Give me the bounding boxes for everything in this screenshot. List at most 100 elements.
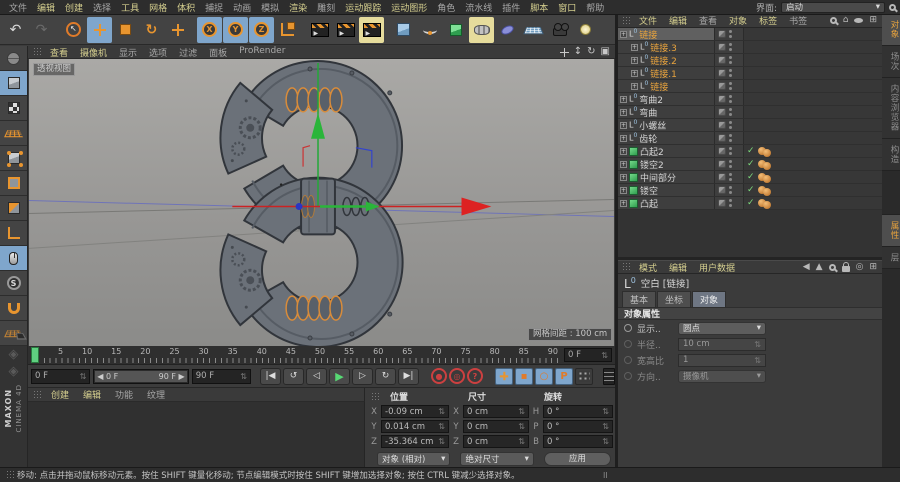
layer-toggle-icon[interactable] — [718, 134, 726, 142]
add-spline-primitive-button[interactable] — [495, 17, 520, 43]
radius-field[interactable]: 10 cm ⇅ — [678, 337, 766, 351]
rot-b-field[interactable]: 0 ° ⇅ — [543, 435, 613, 448]
enabled-check-icon[interactable]: ✓ — [747, 172, 755, 182]
panel-tab-属性[interactable]: 属性 — [882, 214, 900, 247]
rotate-tool[interactable]: ↻ — [139, 17, 164, 43]
play-loop-button[interactable]: ↻ — [375, 367, 396, 385]
size-x-field[interactable]: 0 cm ⇅ — [463, 405, 529, 418]
object-row[interactable]: + 镂空2 ✓ — [618, 158, 882, 171]
key-rotation-toggle[interactable]: ○ — [535, 367, 553, 385]
panel-tab-场次[interactable]: 场次 — [882, 46, 900, 78]
previous-frame-button[interactable]: ◁ — [306, 367, 327, 385]
menu-item-纹理[interactable]: 纹理 — [140, 388, 172, 401]
visibility-dots-icon[interactable] — [729, 160, 732, 168]
home-icon[interactable]: ⌂ — [843, 16, 849, 25]
layer-toggle-icon[interactable] — [718, 121, 726, 129]
undo-button[interactable]: ↶ — [3, 17, 28, 43]
expand-icon[interactable]: + — [620, 173, 627, 181]
last-used-tool[interactable] — [165, 17, 190, 43]
z-axis-handle[interactable] — [295, 202, 303, 210]
visibility-dots-icon[interactable] — [729, 108, 732, 116]
panel-tab-层[interactable]: 层 — [882, 246, 900, 269]
add-sweep-button[interactable] — [469, 16, 494, 43]
menu-item-模式[interactable]: 模式 — [633, 261, 663, 274]
menu-item-面板[interactable]: 面板 — [203, 46, 233, 59]
redo-button[interactable]: ↷ — [29, 17, 54, 43]
menu-item-编辑[interactable]: 编辑 — [663, 261, 693, 274]
phong-tag-icon[interactable] — [757, 173, 771, 183]
layer-toggle-icon[interactable] — [718, 43, 726, 51]
expand-icon[interactable]: + — [631, 43, 638, 51]
enabled-check-icon[interactable]: ✓ — [747, 185, 755, 195]
add-spline-button[interactable] — [417, 17, 442, 43]
live-selection-tool[interactable] — [61, 17, 86, 43]
polygons-mode-button[interactable] — [0, 196, 27, 221]
panel-tab-内容浏览器[interactable]: 内容浏览器 — [882, 78, 900, 139]
object-row[interactable]: + L0 小螺丝 — [618, 119, 882, 132]
orientation-dropdown[interactable]: 摄像机 ▾ — [678, 369, 766, 383]
expand-icon[interactable]: + — [631, 69, 638, 77]
end-frame-spinner[interactable]: 90 F ⇅ — [191, 368, 251, 384]
panel-grip[interactable] — [33, 389, 42, 400]
visibility-dots-icon[interactable] — [729, 199, 732, 207]
visibility-dots-icon[interactable] — [729, 95, 732, 103]
visibility-dots-icon[interactable] — [729, 147, 732, 155]
edges-mode-button[interactable] — [0, 171, 27, 196]
size-mode-dropdown[interactable]: 绝对尺寸 ▾ — [460, 452, 534, 466]
workplane-lock-button[interactable] — [0, 321, 27, 346]
menu-item-编辑[interactable]: 编辑 — [663, 14, 693, 27]
spinner-arrows-icon[interactable]: ⇅ — [240, 372, 247, 381]
history-back-icon[interactable]: ◀ — [803, 262, 810, 272]
material-slot-icon[interactable]: ◈ — [9, 348, 19, 361]
param-radio[interactable] — [624, 324, 632, 332]
layer-toggle-icon[interactable] — [718, 147, 726, 155]
current-frame-field[interactable]: 0 F ⇅ — [564, 348, 612, 362]
rot-h-field[interactable]: 0 ° ⇅ — [543, 405, 613, 418]
menu-item-编辑[interactable]: 编辑 — [32, 1, 60, 14]
tab-基本[interactable]: 基本 — [622, 291, 657, 307]
layer-toggle-icon[interactable] — [718, 186, 726, 194]
goto-start-button[interactable]: |◀ — [260, 367, 281, 385]
move-tool[interactable] — [87, 16, 112, 43]
material-list-area[interactable] — [28, 402, 365, 467]
workplane-mode-button[interactable] — [0, 121, 27, 146]
frame-range-slider[interactable]: ◀ 0 F 90 F ▶ — [93, 368, 189, 384]
visibility-dots-icon[interactable] — [729, 134, 732, 142]
expand-icon[interactable]: + — [620, 95, 627, 103]
snap-settings-button[interactable] — [0, 271, 27, 296]
size-y-field[interactable]: 0 cm ⇅ — [463, 420, 529, 433]
layer-toggle-icon[interactable] — [718, 82, 726, 90]
object-row[interactable]: + L0 链接 — [618, 28, 882, 41]
menu-item-摄像机[interactable]: 摄像机 — [74, 46, 113, 59]
add-panel-icon[interactable]: ⊞ — [869, 16, 877, 25]
phong-tag-icon[interactable] — [757, 147, 771, 157]
menu-item-运动图形[interactable]: 运动图形 — [386, 1, 432, 14]
display-globe-icon[interactable] — [0, 46, 27, 71]
lock-y-axis-toggle[interactable]: Y — [223, 16, 248, 43]
key-scale-toggle[interactable]: ▪ — [515, 367, 533, 385]
object-row[interactable]: + 凸起2 ✓ — [618, 145, 882, 158]
tab-坐标[interactable]: 坐标 — [657, 291, 692, 307]
panel-divider[interactable] — [615, 15, 618, 467]
search-icon[interactable] — [828, 263, 836, 271]
key-pla-toggle[interactable] — [575, 367, 593, 385]
menu-item-雕刻[interactable]: 雕刻 — [312, 1, 340, 14]
phong-tag-icon[interactable] — [757, 186, 771, 196]
goto-end-button[interactable]: ▶| — [398, 367, 419, 385]
expand-icon[interactable]: + — [631, 56, 638, 64]
magnet-tool-button[interactable] — [0, 296, 27, 321]
record-keyframe-button[interactable]: ● — [431, 368, 447, 384]
viewport-nav-button[interactable] — [0, 246, 27, 271]
menu-item-角色[interactable]: 角色 — [432, 1, 460, 14]
lock-z-axis-toggle[interactable]: Z — [249, 16, 274, 43]
phong-tag-icon[interactable] — [757, 199, 771, 209]
rot-p-field[interactable]: 0 ° ⇅ — [543, 420, 613, 433]
menu-item-帮助[interactable]: 帮助 — [581, 1, 609, 14]
menu-item-显示[interactable]: 显示 — [113, 46, 143, 59]
object-row[interactable]: + L0 链接.3 — [618, 41, 882, 54]
layer-toggle-icon[interactable] — [718, 160, 726, 168]
coord-mode-dropdown[interactable]: 对象 (相对) ▾ — [377, 452, 451, 466]
layer-toggle-icon[interactable] — [718, 199, 726, 207]
expand-icon[interactable]: + — [620, 186, 627, 194]
menu-item-渲染[interactable]: 渲染 — [284, 1, 312, 14]
